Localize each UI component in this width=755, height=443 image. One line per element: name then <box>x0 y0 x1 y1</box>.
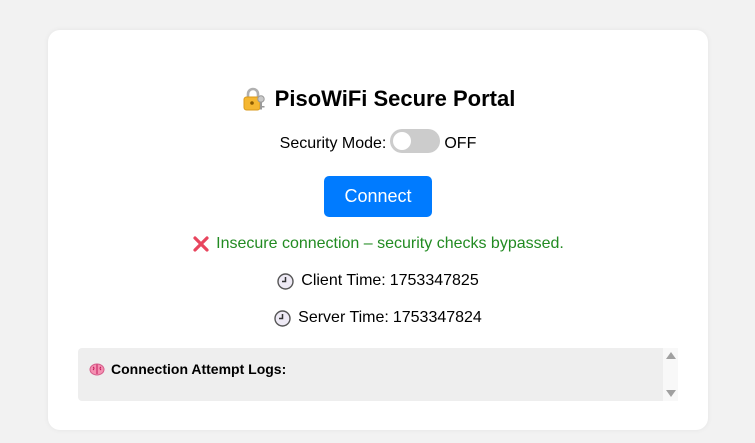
client-time-label: Client Time: <box>301 272 386 289</box>
logs-header: Connection Attempt Logs: <box>89 361 286 377</box>
connection-logs-panel[interactable]: Connection Attempt Logs: <box>78 348 678 401</box>
scroll-down-icon[interactable] <box>666 390 676 397</box>
clock-icon <box>274 309 291 327</box>
server-time-label: Server Time: <box>298 309 389 326</box>
server-time-value: 1753347824 <box>392 309 482 326</box>
title-row: PisoWiFi Secure Portal <box>48 86 708 112</box>
portal-card: PisoWiFi Secure Portal Security Mode: OF… <box>48 30 708 430</box>
security-mode-toggle[interactable] <box>390 129 441 153</box>
cross-mark-icon <box>192 235 210 253</box>
toggle-knob <box>393 132 412 150</box>
server-time-row: Server Time: 1753347824 <box>48 309 708 327</box>
connect-button[interactable]: Connect <box>324 176 432 217</box>
logs-scrollbar[interactable] <box>663 348 678 401</box>
logs-header-label: Connection Attempt Logs: <box>111 361 287 377</box>
status-message: Insecure connection – security checks by… <box>216 235 564 252</box>
page-title: PisoWiFi Secure Portal <box>274 86 516 111</box>
security-mode-state: OFF <box>444 135 477 152</box>
connection-status: Insecure connection – security checks by… <box>48 235 708 253</box>
security-mode-row: Security Mode: OFF <box>48 129 708 156</box>
client-time-row: Client Time: 1753347825 <box>48 272 708 290</box>
security-mode-label: Security Mode: <box>279 135 387 152</box>
clock-icon <box>277 272 294 290</box>
brain-icon <box>89 361 105 377</box>
lock-with-key-icon <box>241 86 267 112</box>
scroll-up-icon[interactable] <box>666 352 676 359</box>
client-time-value: 1753347825 <box>389 272 479 289</box>
